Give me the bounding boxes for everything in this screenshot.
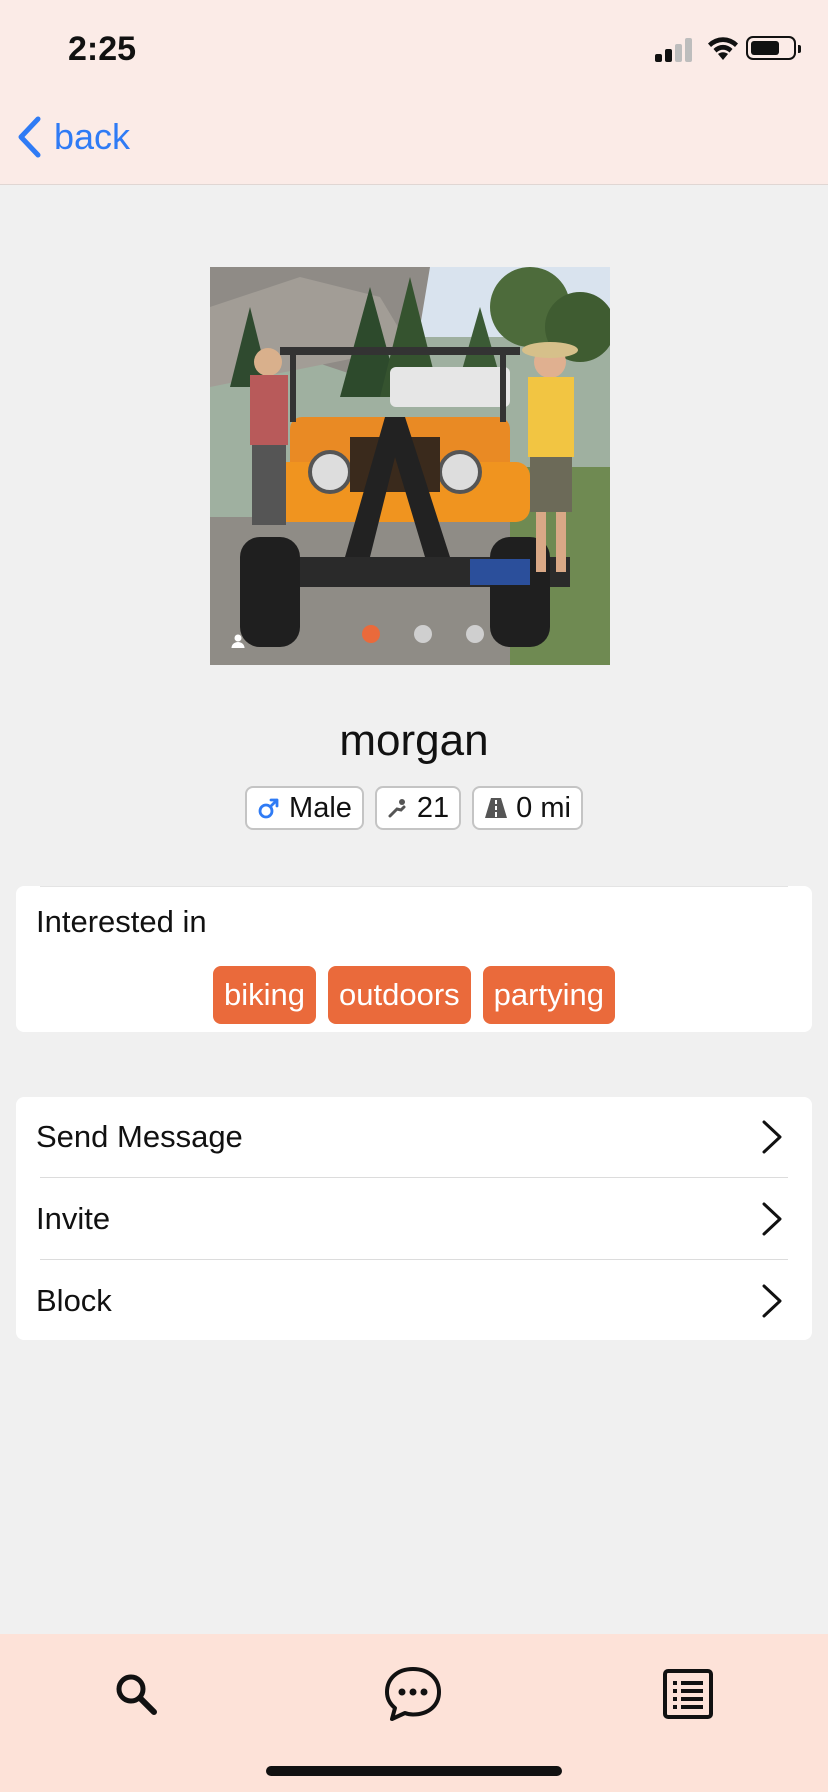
- actions-card: Send Message Invite Block: [16, 1097, 812, 1340]
- top-bar: 2:25 back: [0, 0, 828, 185]
- gender-value: Male: [289, 791, 352, 824]
- gender-badge: Male: [245, 786, 364, 830]
- send-message-row[interactable]: Send Message: [16, 1097, 812, 1177]
- distance-badge: 0 mi: [472, 786, 583, 830]
- male-icon: [258, 798, 279, 819]
- battery-icon: [746, 36, 801, 60]
- tab-list[interactable]: [648, 1654, 728, 1734]
- age-icon: [388, 799, 406, 818]
- invite-row[interactable]: Invite: [16, 1179, 812, 1259]
- wifi-icon: [708, 37, 738, 60]
- interest-tags: biking outdoors partying: [16, 966, 812, 1024]
- back-button[interactable]: back: [16, 116, 130, 158]
- interest-tag: partying: [482, 966, 615, 1024]
- interests-card: Interested in biking outdoors partying: [16, 886, 812, 1032]
- chevron-right-icon: [762, 1120, 782, 1154]
- invite-label: Invite: [36, 1201, 111, 1236]
- divider: [40, 1177, 788, 1178]
- search-icon: [116, 1674, 157, 1715]
- carousel-dot-3[interactable]: [466, 625, 484, 643]
- profile-badges: Male 21 0 mi: [0, 786, 828, 830]
- status-time: 2:25: [68, 30, 137, 68]
- divider: [40, 886, 788, 887]
- interest-tag: outdoors: [328, 966, 471, 1024]
- list-icon: [663, 1669, 713, 1719]
- profile-photo-carousel[interactable]: [210, 267, 610, 665]
- distance-value: 0 mi: [516, 791, 571, 824]
- carousel-indicators: [210, 625, 610, 647]
- back-label: back: [54, 116, 131, 157]
- interests-title: Interested in: [36, 904, 207, 939]
- interest-tag: biking: [213, 966, 317, 1024]
- age-value: 21: [416, 791, 450, 824]
- home-indicator: [266, 1766, 562, 1776]
- road-icon: [485, 798, 508, 818]
- send-message-label: Send Message: [36, 1119, 243, 1154]
- profile-photo: [210, 267, 610, 665]
- chevron-right-icon: [762, 1284, 782, 1318]
- age-badge: 21: [374, 786, 462, 830]
- cellular-signal-icon: [655, 38, 695, 62]
- divider: [40, 1259, 788, 1260]
- tab-messages[interactable]: [373, 1654, 453, 1734]
- chat-icon: [385, 1667, 441, 1721]
- profile-name: morgan: [339, 716, 489, 765]
- tab-search[interactable]: [96, 1654, 176, 1734]
- chevron-left-icon: [18, 116, 41, 158]
- block-label: Block: [36, 1283, 112, 1318]
- block-row[interactable]: Block: [16, 1261, 812, 1341]
- carousel-dot-2[interactable]: [414, 625, 432, 643]
- carousel-dot-1[interactable]: [362, 625, 380, 643]
- chevron-right-icon: [762, 1202, 782, 1236]
